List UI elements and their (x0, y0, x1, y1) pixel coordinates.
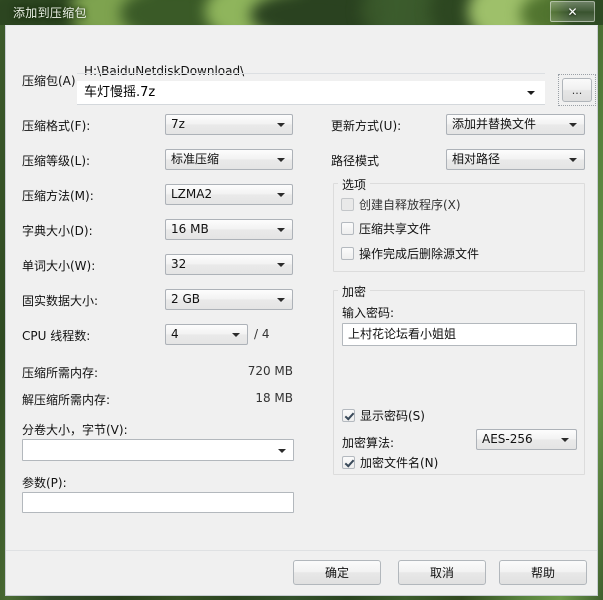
checkbox-box (341, 198, 354, 211)
encryption-algorithm-combo[interactable]: AES-256 (476, 429, 577, 450)
checkbox-label: 操作完成后删除源文件 (359, 247, 480, 261)
format-combo[interactable]: 7z (165, 114, 293, 135)
archive-dialog-window: 添加到压缩包 ✕ 压缩包(A) H:\BaiduNetdiskDownload\… (0, 0, 603, 600)
method-label: 压缩方法(M): (22, 189, 94, 203)
checkbox-create-sfx[interactable]: 创建自释放程序(X) (341, 198, 461, 212)
update-mode-value: 添加并替换文件 (452, 117, 537, 131)
path-mode-value: 相对路径 (452, 152, 501, 166)
archive-name-value: 车灯慢摇.7z (84, 85, 156, 100)
password-value: 上村花论坛看小姐姐 (348, 327, 457, 341)
word-size-combo[interactable]: 32 (165, 254, 293, 275)
encryption-algorithm-value: AES-256 (482, 432, 533, 446)
chevron-down-icon[interactable] (569, 123, 577, 127)
checkbox-label: 显示密码(S) (360, 409, 425, 423)
dialog-client-area: 压缩包(A) H:\BaiduNetdiskDownload\ 车灯慢摇.7z … (5, 25, 598, 596)
chevron-down-icon[interactable] (277, 228, 285, 232)
chevron-down-icon[interactable] (277, 193, 285, 197)
memory-decompress-label: 解压缩所需内存: (22, 393, 111, 407)
archive-name-combo[interactable]: 车灯慢摇.7z (77, 81, 545, 105)
dictionary-label: 字典大小(D): (22, 224, 93, 238)
path-mode-combo[interactable]: 相对路径 (446, 149, 585, 170)
level-combo[interactable]: 标准压缩 (165, 149, 293, 170)
memory-compress-label: 压缩所需内存: (22, 366, 99, 380)
password-label: 输入密码: (342, 306, 395, 320)
chevron-down-icon[interactable] (277, 123, 285, 127)
chevron-down-icon[interactable] (232, 333, 240, 337)
cpu-threads-max: / 4 (254, 327, 270, 341)
encryption-group-title: 加密 (338, 283, 371, 300)
cancel-button[interactable]: 取消 (398, 560, 486, 585)
checkbox-box (342, 456, 355, 469)
chevron-down-icon[interactable] (278, 449, 286, 453)
memory-compress-value: 720 MB (247, 364, 293, 378)
ok-button[interactable]: 确定 (293, 560, 381, 585)
cpu-threads-value: 4 (171, 327, 179, 341)
close-button[interactable]: ✕ (550, 1, 595, 22)
archive-path-underline (77, 73, 545, 74)
cpu-threads-label: CPU 线程数: (22, 329, 91, 343)
word-size-label: 单词大小(W): (22, 259, 96, 273)
checkbox-delete-after[interactable]: 操作完成后删除源文件 (341, 247, 479, 261)
update-mode-combo[interactable]: 添加并替换文件 (446, 114, 585, 135)
checkbox-label: 压缩共享文件 (359, 222, 432, 236)
dialog-button-bar: 确定 取消 帮助 (6, 550, 597, 595)
dictionary-value: 16 MB (171, 222, 209, 236)
title-bar: 添加到压缩包 (0, 0, 603, 25)
encryption-algorithm-label: 加密算法: (342, 436, 395, 450)
chevron-down-icon[interactable] (277, 158, 285, 162)
chevron-down-icon[interactable] (277, 298, 285, 302)
memory-decompress-value: 18 MB (255, 391, 293, 405)
chevron-down-icon[interactable] (277, 263, 285, 267)
checkbox-box (341, 247, 354, 260)
chevron-down-icon[interactable] (561, 438, 569, 442)
cpu-threads-combo[interactable]: 4 (165, 324, 248, 345)
browse-button[interactable]: ... (562, 78, 592, 102)
path-mode-label: 路径模式 (331, 154, 380, 168)
solid-block-label: 固实数据大小: (22, 294, 99, 308)
checkbox-box (341, 222, 354, 235)
update-mode-label: 更新方式(U): (331, 119, 402, 133)
parameters-label: 参数(P): (22, 476, 67, 490)
password-input[interactable]: 上村花论坛看小姐姐 (342, 323, 577, 346)
checkbox-compress-shared[interactable]: 压缩共享文件 (341, 222, 431, 236)
checkbox-box (342, 409, 355, 422)
checkbox-encrypt-filenames[interactable]: 加密文件名(N) (342, 456, 438, 470)
level-value: 标准压缩 (171, 152, 220, 166)
archive-path-text: H:\BaiduNetdiskDownload\ (84, 64, 245, 78)
volume-size-combo[interactable] (22, 439, 294, 461)
parameters-input[interactable] (22, 492, 294, 513)
method-combo[interactable]: LZMA2 (165, 184, 293, 205)
dictionary-combo[interactable]: 16 MB (165, 219, 293, 240)
help-button[interactable]: 帮助 (499, 560, 587, 585)
method-value: LZMA2 (171, 187, 213, 201)
chevron-down-icon[interactable] (569, 158, 577, 162)
level-label: 压缩等级(L): (22, 154, 91, 168)
window-title: 添加到压缩包 (13, 6, 87, 20)
options-group-title: 选项 (338, 176, 371, 193)
archive-label: 压缩包(A) (22, 74, 76, 88)
word-size-value: 32 (171, 257, 187, 271)
checkbox-show-password[interactable]: 显示密码(S) (342, 409, 425, 423)
checkbox-label: 创建自释放程序(X) (359, 198, 461, 212)
checkbox-label: 加密文件名(N) (360, 456, 439, 470)
format-value: 7z (171, 117, 185, 131)
volume-size-label: 分卷大小，字节(V): (22, 423, 128, 437)
chevron-down-icon[interactable] (527, 91, 535, 95)
format-label: 压缩格式(F): (22, 119, 91, 133)
solid-block-combo[interactable]: 2 GB (165, 289, 293, 310)
solid-block-value: 2 GB (171, 292, 200, 306)
